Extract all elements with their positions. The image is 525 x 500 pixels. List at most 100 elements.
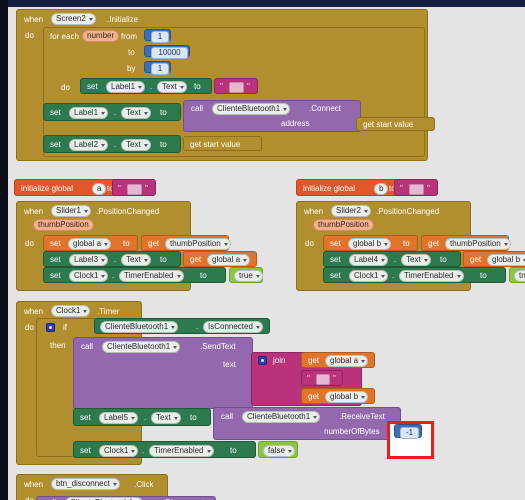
component-dropdown-label1[interactable]: Label1: [106, 81, 146, 93]
call-keyword: call: [191, 104, 204, 113]
block-get-start-value-address[interactable]: get start value: [356, 117, 435, 131]
logic-dropdown-true[interactable]: true: [514, 270, 525, 282]
block-call-bluetooth-connect[interactable]: call ClienteBluetooth1 .Connect address: [183, 100, 361, 132]
component-dropdown-slider1[interactable]: Slider1: [51, 205, 91, 217]
block-call-bluetooth-sendtext[interactable]: call ClienteBluetooth1 .SendText text: [73, 337, 253, 409]
block-set-clock1-timerenabled-false[interactable]: set Clock1 . TimerEnabled to: [73, 441, 256, 458]
component-dropdown-clock1[interactable]: Clock1: [99, 445, 139, 457]
block-get-global-b-join[interactable]: get global b: [301, 388, 375, 404]
numberofbytes-value[interactable]: -1: [400, 427, 419, 439]
block-set-label1-text-connect[interactable]: set Label1 . Text to: [43, 103, 181, 121]
number-block-to[interactable]: 10000: [144, 45, 190, 59]
logic-dropdown-false[interactable]: false: [263, 445, 295, 457]
component-dropdown-clock1[interactable]: Clock1: [51, 305, 91, 317]
property-dropdown-text[interactable]: Text: [121, 139, 151, 151]
block-set-global-a[interactable]: set global a to: [43, 235, 138, 251]
block-logic-false[interactable]: false: [258, 441, 298, 458]
block-call-bluetooth-receivetext[interactable]: call ClienteBluetooth1 .ReceiveText numb…: [213, 407, 401, 440]
mutator-gear-icon[interactable]: [258, 356, 267, 365]
block-slider1-position-changed[interactable]: when Slider1 .PositionChanged thumbPosit…: [16, 201, 263, 291]
component-dropdown-clientebluetooth1[interactable]: ClienteBluetooth1: [212, 103, 291, 115]
number-block-from[interactable]: 1: [144, 29, 171, 43]
string-value-field-b[interactable]: [409, 184, 424, 195]
block-set-label2-text[interactable]: set Label2 . Text to: [43, 135, 181, 153]
mutator-gear-icon[interactable]: [46, 323, 55, 332]
set-keyword: set: [50, 108, 61, 117]
string-value-field-1[interactable]: [229, 82, 244, 93]
initialize-global-label: initialize global: [303, 184, 356, 193]
global-var-dropdown-b[interactable]: global b: [348, 238, 392, 250]
global-var-dropdown-a[interactable]: global a: [68, 238, 112, 250]
property-dropdown-text[interactable]: Text: [157, 81, 187, 93]
block-get-thumbposition-1[interactable]: get thumbPosition: [141, 235, 231, 251]
component-dropdown-clock1[interactable]: Clock1: [69, 270, 109, 282]
block-bluetooth-isconnected[interactable]: ClienteBluetooth1 . IsConnected: [94, 318, 270, 334]
logic-dropdown-true[interactable]: true: [234, 270, 263, 282]
do-keyword: do: [25, 239, 34, 248]
method-name-connect: .Connect: [309, 104, 342, 113]
block-set-label1-text-loop[interactable]: set Label1 . Text to: [80, 78, 212, 94]
string-value-field-a[interactable]: [127, 184, 142, 195]
text-string-block-global-a[interactable]: " ": [112, 179, 156, 196]
to-label: to: [128, 48, 135, 57]
component-dropdown-label2[interactable]: Label2: [69, 139, 109, 151]
loop-variable-number[interactable]: number: [82, 30, 120, 42]
to-value[interactable]: 10000: [151, 47, 188, 59]
component-dropdown-clientebluetooth1[interactable]: ClienteBluetooth1: [100, 321, 179, 333]
block-set-global-b[interactable]: set global b to: [323, 235, 418, 251]
global-var-name-b[interactable]: b: [374, 183, 389, 195]
block-set-clock1-timerenabled-true-2[interactable]: set Clock1 . TimerEnabled to: [323, 267, 506, 283]
component-dropdown-label5[interactable]: Label5: [99, 412, 139, 424]
block-get-global-b-label4[interactable]: get global b: [463, 251, 525, 267]
param-dropdown-thumbposition[interactable]: thumbPosition: [445, 238, 511, 250]
global-var-name-a[interactable]: a: [92, 183, 107, 195]
component-dropdown-clock1[interactable]: Clock1: [349, 270, 389, 282]
property-dropdown-timerenabled[interactable]: TimerEnabled: [399, 270, 464, 282]
blocks-canvas[interactable]: when Screen2 .Initialize do for each num…: [8, 7, 525, 500]
window-left-chrome: [0, 0, 8, 500]
text-string-block-global-b[interactable]: " ": [394, 179, 438, 196]
property-dropdown-isconnected[interactable]: IsConnected: [203, 321, 263, 333]
number-block-numberofbytes[interactable]: -1: [394, 424, 422, 439]
from-value[interactable]: 1: [151, 31, 169, 43]
text-string-block-join-separator[interactable]: " ": [301, 370, 343, 386]
property-dropdown-text[interactable]: Text: [151, 412, 181, 424]
string-value-field-separator[interactable]: [316, 374, 330, 385]
get-keyword: get: [470, 255, 482, 264]
by-value[interactable]: 1: [151, 63, 169, 75]
component-dropdown-slider2[interactable]: Slider2: [331, 205, 371, 217]
component-dropdown-clientebluetooth1[interactable]: ClienteBluetooth1: [102, 341, 181, 353]
block-set-label5-text[interactable]: set Label5 . Text to: [73, 408, 211, 426]
block-logic-true-1[interactable]: true: [229, 267, 263, 283]
property-dropdown-timerenabled[interactable]: TimerEnabled: [149, 445, 214, 457]
property-dropdown-timerenabled[interactable]: TimerEnabled: [119, 270, 184, 282]
block-get-start-value-label2[interactable]: get start value: [183, 136, 262, 151]
component-dropdown-screen2[interactable]: Screen2: [51, 13, 96, 25]
text-string-block-empty-1[interactable]: " ": [214, 78, 258, 94]
global-var-dropdown-b[interactable]: global b: [325, 391, 369, 403]
property-dropdown-text[interactable]: Text: [121, 254, 151, 266]
block-set-label4-text[interactable]: set Label4 . Text to: [323, 251, 461, 267]
block-screen2-initialize[interactable]: when Screen2 .Initialize do for each num…: [16, 9, 435, 161]
component-dropdown-label3[interactable]: Label3: [69, 254, 109, 266]
component-dropdown-label4[interactable]: Label4: [349, 254, 389, 266]
property-dropdown-text[interactable]: Text: [121, 107, 151, 119]
block-call-bluetooth-disconnect[interactable]: call ClienteBluetooth1 .Disconnect: [36, 496, 216, 500]
block-set-clock1-timerenabled-true-1[interactable]: set Clock1 . TimerEnabled to: [43, 267, 226, 283]
number-block-by[interactable]: 1: [144, 61, 171, 75]
set-keyword: set: [330, 255, 341, 264]
param-dropdown-thumbposition[interactable]: thumbPosition: [165, 238, 231, 250]
global-var-dropdown-a[interactable]: global a: [325, 355, 369, 367]
block-logic-true-2[interactable]: true: [509, 267, 525, 283]
global-var-dropdown-a[interactable]: global a: [207, 254, 251, 266]
block-get-thumbposition-2[interactable]: get thumbPosition: [421, 235, 511, 251]
block-get-global-a-label3[interactable]: get global a: [183, 251, 257, 267]
component-dropdown-btn-disconnect[interactable]: btn_disconnect: [51, 478, 120, 490]
block-get-global-a-join[interactable]: get global a: [301, 352, 375, 368]
block-slider2-position-changed[interactable]: when Slider2 .PositionChanged thumbPosit…: [296, 201, 525, 291]
component-dropdown-label1[interactable]: Label1: [69, 107, 109, 119]
global-var-dropdown-b[interactable]: global b: [487, 254, 525, 266]
property-dropdown-text[interactable]: Text: [401, 254, 431, 266]
block-set-label3-text[interactable]: set Label3 . Text to: [43, 251, 181, 267]
component-dropdown-clientebluetooth1[interactable]: ClienteBluetooth1: [242, 411, 321, 423]
